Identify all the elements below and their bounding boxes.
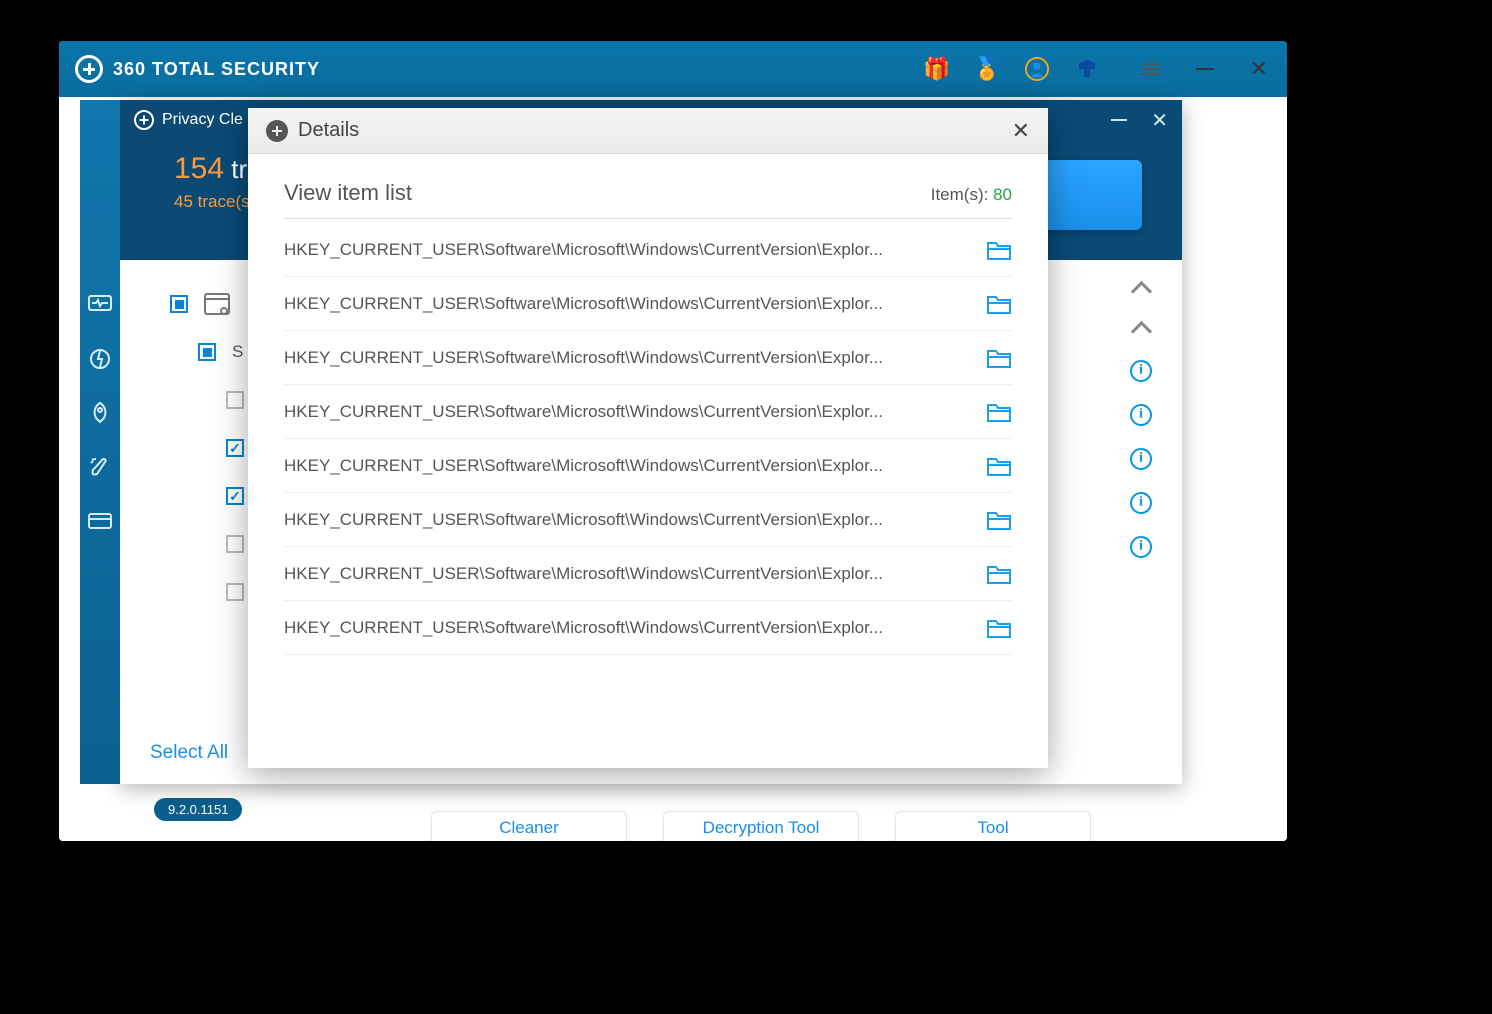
item-list: HKEY_CURRENT_USER\Software\Microsoft\Win… bbox=[284, 223, 1012, 655]
checkbox-partial[interactable] bbox=[170, 295, 188, 313]
folder-icon[interactable] bbox=[986, 509, 1012, 531]
checkbox-checked[interactable] bbox=[226, 439, 244, 457]
items-label: Item(s): bbox=[931, 185, 989, 204]
registry-item-row[interactable]: HKEY_CURRENT_USER\Software\Microsoft\Win… bbox=[284, 223, 1012, 277]
brush-icon[interactable] bbox=[85, 452, 115, 482]
monitor-icon[interactable] bbox=[85, 290, 115, 320]
checkbox-empty[interactable] bbox=[226, 391, 244, 409]
traces-sublabel: trace(s) bbox=[198, 192, 256, 211]
info-icon[interactable] bbox=[1130, 492, 1152, 514]
avatar-icon[interactable] bbox=[1025, 57, 1049, 81]
theme-icon[interactable] bbox=[1075, 57, 1099, 81]
folder-icon[interactable] bbox=[986, 401, 1012, 423]
folder-icon[interactable] bbox=[986, 239, 1012, 261]
menu-icon[interactable] bbox=[1139, 57, 1163, 81]
info-icon[interactable] bbox=[1130, 360, 1152, 382]
plus-circle-icon bbox=[266, 120, 288, 142]
details-title: Details bbox=[298, 119, 359, 142]
registry-item-row[interactable]: HKEY_CURRENT_USER\Software\Microsoft\Win… bbox=[284, 493, 1012, 547]
checkbox-empty[interactable] bbox=[226, 535, 244, 553]
rocket-icon[interactable] bbox=[85, 398, 115, 428]
tool-buttons-row: Cleaner Decryption Tool Tool bbox=[431, 811, 1091, 841]
registry-path: HKEY_CURRENT_USER\Software\Microsoft\Win… bbox=[284, 564, 883, 584]
browser-icon bbox=[204, 293, 230, 315]
privacy-window-controls: ✕ bbox=[1111, 108, 1168, 133]
main-titlebar: 360 TOTAL SECURITY 🎁 🏅 ✕ bbox=[59, 41, 1287, 97]
checkbox-empty[interactable] bbox=[226, 583, 244, 601]
chevron-up-icon[interactable] bbox=[1132, 320, 1150, 338]
items-count: Item(s): 80 bbox=[931, 185, 1012, 205]
close-icon[interactable]: ✕ bbox=[1151, 108, 1168, 133]
traces-count: 154 bbox=[174, 152, 224, 185]
chevron-up-icon[interactable] bbox=[1132, 280, 1150, 298]
details-subhead: View item list Item(s): 80 bbox=[284, 180, 1012, 219]
items-count-value: 80 bbox=[993, 185, 1012, 204]
registry-item-row[interactable]: HKEY_CURRENT_USER\Software\Microsoft\Win… bbox=[284, 547, 1012, 601]
checkbox-checked[interactable] bbox=[226, 487, 244, 505]
details-subtitle: View item list bbox=[284, 180, 412, 206]
privacy-title: Privacy Cle bbox=[134, 110, 243, 130]
cleaner-button[interactable]: Cleaner bbox=[431, 811, 627, 841]
registry-path: HKEY_CURRENT_USER\Software\Microsoft\Win… bbox=[284, 240, 883, 260]
registry-path: HKEY_CURRENT_USER\Software\Microsoft\Win… bbox=[284, 348, 883, 368]
folder-icon[interactable] bbox=[986, 455, 1012, 477]
folder-icon[interactable] bbox=[986, 617, 1012, 639]
medal-icon[interactable]: 🏅 bbox=[975, 57, 999, 81]
app-logo: 360 TOTAL SECURITY bbox=[75, 55, 320, 83]
checkbox-partial[interactable] bbox=[198, 343, 216, 361]
wallet-icon[interactable] bbox=[85, 506, 115, 536]
registry-item-row[interactable]: HKEY_CURRENT_USER\Software\Microsoft\Win… bbox=[284, 601, 1012, 655]
details-titlebar: Details ✕ bbox=[248, 108, 1048, 154]
registry-path: HKEY_CURRENT_USER\Software\Microsoft\Win… bbox=[284, 402, 883, 422]
folder-icon[interactable] bbox=[986, 563, 1012, 585]
power-icon[interactable] bbox=[85, 344, 115, 374]
registry-item-row[interactable]: HKEY_CURRENT_USER\Software\Microsoft\Win… bbox=[284, 331, 1012, 385]
registry-path: HKEY_CURRENT_USER\Software\Microsoft\Win… bbox=[284, 294, 883, 314]
select-all-link[interactable]: Select All bbox=[150, 742, 228, 764]
folder-icon[interactable] bbox=[986, 293, 1012, 315]
privacy-sidebar bbox=[80, 100, 120, 784]
privacy-title-text: Privacy Cle bbox=[162, 111, 243, 129]
gift-icon[interactable]: 🎁 bbox=[925, 57, 949, 81]
traces-subcount: 45 bbox=[174, 192, 193, 211]
details-modal: Details ✕ View item list Item(s): 80 HKE… bbox=[248, 108, 1048, 768]
info-icon[interactable] bbox=[1130, 404, 1152, 426]
tool-button[interactable]: Tool bbox=[895, 811, 1091, 841]
plus-circle-icon bbox=[75, 55, 103, 83]
info-icon[interactable] bbox=[1130, 448, 1152, 470]
registry-item-row[interactable]: HKEY_CURRENT_USER\Software\Microsoft\Win… bbox=[284, 385, 1012, 439]
plus-circle-icon bbox=[134, 110, 154, 130]
registry-path: HKEY_CURRENT_USER\Software\Microsoft\Win… bbox=[284, 456, 883, 476]
app-name: 360 TOTAL SECURITY bbox=[113, 59, 320, 80]
version-badge: 9.2.0.1151 bbox=[154, 798, 242, 821]
folder-icon[interactable] bbox=[986, 347, 1012, 369]
registry-item-row[interactable]: HKEY_CURRENT_USER\Software\Microsoft\Win… bbox=[284, 277, 1012, 331]
registry-path: HKEY_CURRENT_USER\Software\Microsoft\Win… bbox=[284, 618, 883, 638]
close-icon[interactable]: ✕ bbox=[1012, 118, 1030, 144]
registry-path: HKEY_CURRENT_USER\Software\Microsoft\Win… bbox=[284, 510, 883, 530]
decryption-tool-button[interactable]: Decryption Tool bbox=[663, 811, 859, 841]
titlebar-actions: 🎁 🏅 ✕ bbox=[925, 57, 1271, 81]
minimize-icon[interactable] bbox=[1111, 119, 1127, 121]
details-body: View item list Item(s): 80 HKEY_CURRENT_… bbox=[248, 154, 1048, 655]
minimize-icon[interactable] bbox=[1193, 57, 1217, 81]
close-icon[interactable]: ✕ bbox=[1247, 57, 1271, 81]
info-icon[interactable] bbox=[1130, 536, 1152, 558]
registry-item-row[interactable]: HKEY_CURRENT_USER\Software\Microsoft\Win… bbox=[284, 439, 1012, 493]
right-action-column bbox=[1130, 280, 1152, 558]
